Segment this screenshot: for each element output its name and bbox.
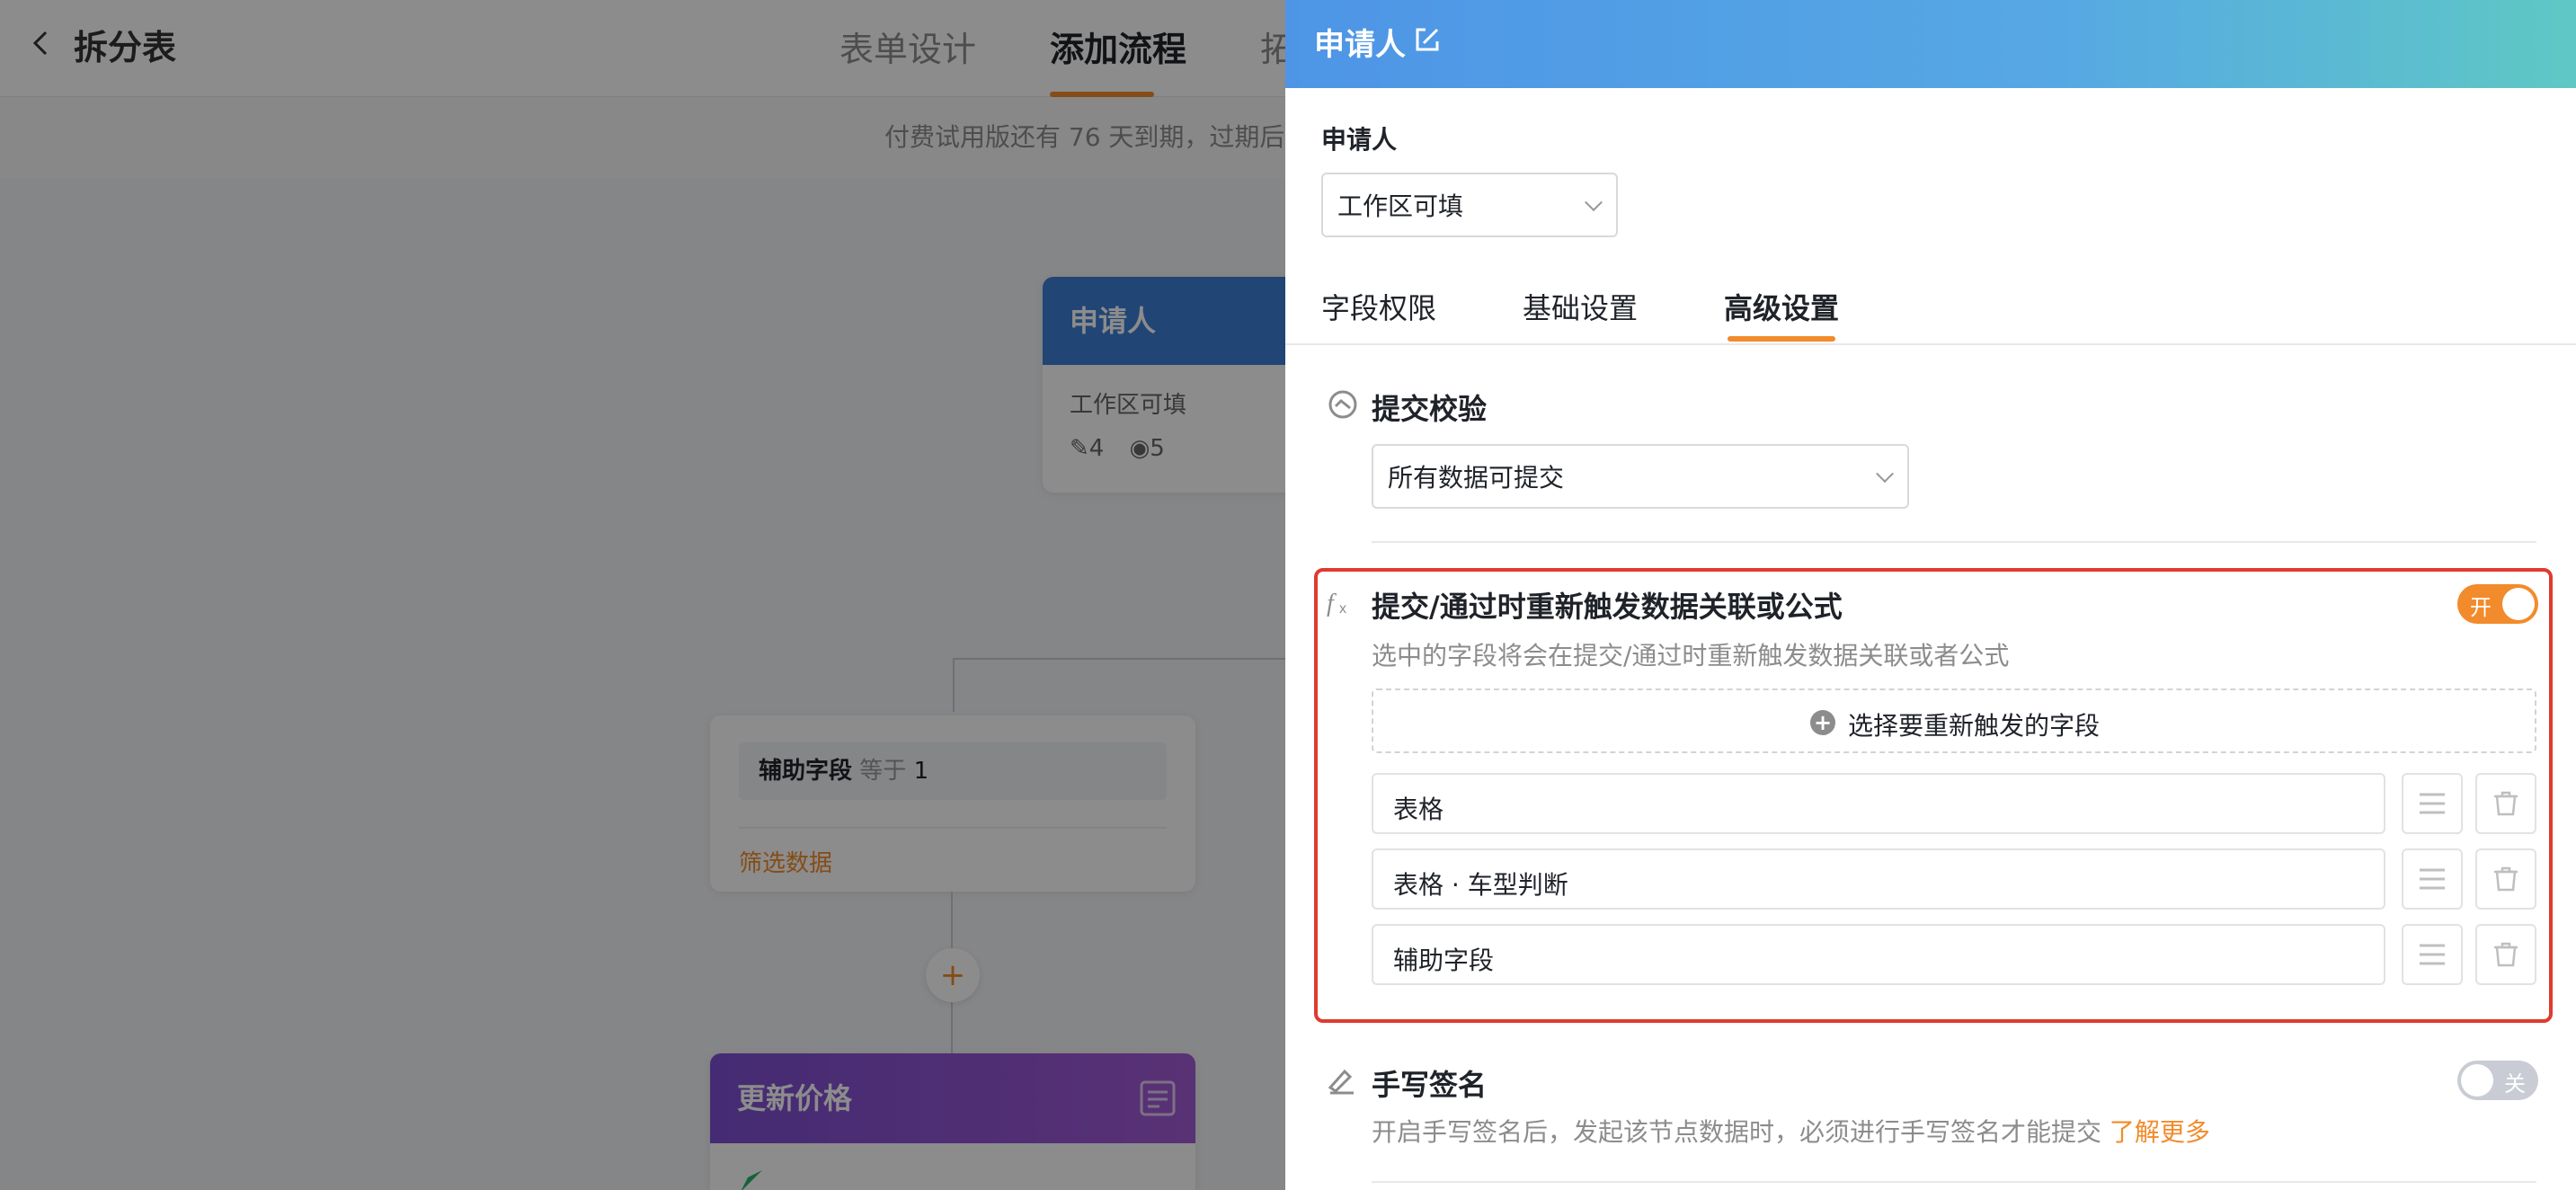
- applicant-permission-value: 工作区可填: [1337, 191, 1464, 221]
- submit-check-select[interactable]: 所有数据可提交: [1372, 444, 1909, 509]
- trash-icon[interactable]: [2475, 773, 2536, 834]
- panel-title: 申请人: [1314, 27, 1406, 63]
- shield-check-icon: [1327, 388, 1359, 421]
- retrigger-field-row: 表格 · 车型判断: [1372, 848, 2536, 910]
- toggle-on-label: 开: [2470, 595, 2492, 620]
- formula-icon: fx: [1325, 586, 1357, 618]
- learn-more-link[interactable]: 了解更多: [2110, 1117, 2210, 1147]
- retrigger-field-input[interactable]: 辅助字段: [1372, 924, 2385, 985]
- panel-header: 申请人: [1285, 0, 2576, 88]
- toggle-off-label: 关: [2504, 1071, 2526, 1097]
- chevron-down-icon: [1876, 465, 1894, 484]
- trash-icon[interactable]: [2475, 848, 2536, 910]
- trash-icon[interactable]: [2475, 924, 2536, 985]
- signature-description: 开启手写签名后，发起该节点数据时，必须进行手写签名才能提交: [1372, 1117, 2102, 1147]
- signature-title: 手写签名: [1372, 1068, 1488, 1102]
- signature-icon: [1325, 1064, 1357, 1097]
- retrigger-description: 选中的字段将会在提交/通过时重新触发数据关联或者公式: [1372, 641, 2010, 670]
- retrigger-toggle[interactable]: 开: [2457, 584, 2538, 624]
- tab-advanced-settings[interactable]: 高级设置: [1724, 286, 1839, 327]
- plus-circle-icon: +: [1810, 710, 1835, 735]
- section-divider: [1372, 541, 2536, 543]
- toggle-knob: [2502, 588, 2535, 620]
- retrigger-field-input[interactable]: 表格 · 车型判断: [1372, 848, 2385, 910]
- section-divider: [1372, 1181, 2536, 1183]
- active-tab-indicator: [1728, 336, 1835, 342]
- submit-check-value: 所有数据可提交: [1388, 463, 1565, 493]
- add-retrigger-field-label: 选择要重新触发的字段: [1848, 711, 2101, 741]
- chevron-down-icon: [1585, 193, 1603, 212]
- svg-text:x: x: [1339, 601, 1346, 617]
- signature-toggle[interactable]: 关: [2457, 1061, 2538, 1100]
- applicant-label: 申请人: [1321, 125, 1398, 155]
- applicant-permission-select[interactable]: 工作区可填: [1321, 173, 1618, 237]
- add-retrigger-field-button[interactable]: + 选择要重新触发的字段: [1372, 688, 2536, 753]
- retrigger-field-name: 表格: [1393, 795, 1444, 824]
- tabs-divider: [1285, 343, 2576, 345]
- tab-basic-settings[interactable]: 基础设置: [1523, 286, 1638, 327]
- submit-check-title: 提交校验: [1372, 392, 1488, 426]
- retrigger-field-input[interactable]: 表格: [1372, 773, 2385, 834]
- drag-handle-icon[interactable]: [2402, 773, 2463, 834]
- retrigger-field-name: 表格 · 车型判断: [1393, 870, 1568, 900]
- drag-handle-icon[interactable]: [2402, 924, 2463, 985]
- retrigger-field-row: 表格: [1372, 773, 2536, 834]
- drag-handle-icon[interactable]: [2402, 848, 2463, 910]
- tab-field-permission[interactable]: 字段权限: [1321, 286, 1436, 327]
- retrigger-field-row: 辅助字段: [1372, 924, 2536, 985]
- toggle-knob: [2461, 1064, 2493, 1097]
- modal-overlay[interactable]: [0, 0, 1285, 1190]
- retrigger-field-name: 辅助字段: [1393, 946, 1495, 975]
- svg-text:f: f: [1327, 590, 1337, 617]
- retrigger-title: 提交/通过时重新触发数据关联或公式: [1372, 590, 1843, 624]
- edit-icon[interactable]: [1413, 25, 1442, 54]
